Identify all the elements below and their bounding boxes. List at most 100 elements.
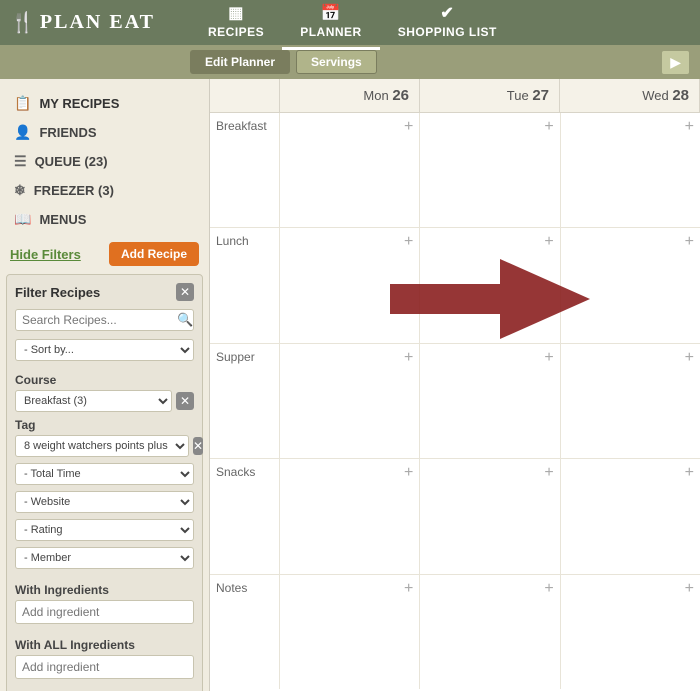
sidebar-item-my-recipes[interactable]: 📋 MY RECIPES xyxy=(0,89,209,118)
add-supper-wed-button[interactable]: + xyxy=(685,350,694,366)
day-name-tue: Tue xyxy=(507,88,529,103)
planner-header: Mon 26 Tue 27 Wed 28 xyxy=(210,79,700,113)
meal-label-supper: Supper xyxy=(210,344,280,458)
clear-tag-button[interactable]: ✕ xyxy=(193,437,203,455)
tag-label: Tag xyxy=(15,418,194,432)
meal-cell-breakfast-wed: + xyxy=(561,113,700,227)
add-breakfast-tue-button[interactable]: + xyxy=(544,119,553,135)
queue-icon: ☰ xyxy=(14,153,27,170)
menus-icon: 📖 xyxy=(14,211,31,228)
tag-select[interactable]: 8 weight watchers points plus xyxy=(15,435,189,457)
shopping-icon: ✔ xyxy=(440,3,454,23)
meal-cell-supper-mon: + xyxy=(280,344,420,458)
add-notes-tue-button[interactable]: + xyxy=(544,581,553,597)
sidebar-item-friends[interactable]: 👤 FRIENDS xyxy=(0,118,209,147)
day-num-wed: 28 xyxy=(672,87,689,104)
freezer-icon: ❄ xyxy=(14,182,26,199)
total-time-select[interactable]: - Total Time xyxy=(15,463,194,485)
day-header-mon: Mon 26 xyxy=(280,79,420,112)
meal-cell-breakfast-tue: + xyxy=(420,113,560,227)
nav-planner[interactable]: 📅 PLANNER xyxy=(282,0,380,50)
nav-planner-label: PLANNER xyxy=(300,25,362,39)
day-num-tue: 27 xyxy=(532,87,549,104)
add-breakfast-wed-button[interactable]: + xyxy=(685,119,694,135)
search-row: 🔍 xyxy=(15,309,194,331)
main-content: 📋 MY RECIPES 👤 FRIENDS ☰ QUEUE (23) ❄ FR… xyxy=(0,79,700,691)
add-breakfast-mon-button[interactable]: + xyxy=(404,119,413,135)
filter-title: Filter Recipes xyxy=(15,285,100,300)
sidebar-item-menus[interactable]: 📖 MENUS xyxy=(0,205,209,234)
planner-grid: Mon 26 Tue 27 Wed 28 Breakfast + + xyxy=(210,79,700,691)
search-input[interactable] xyxy=(22,313,177,327)
nav-shopping[interactable]: ✔ SHOPPING LIST xyxy=(380,0,515,50)
website-select[interactable]: - Website xyxy=(15,491,194,513)
logo-text: PLAN EAT xyxy=(40,11,155,34)
meal-cell-lunch-tue: + xyxy=(420,228,560,342)
servings-button[interactable]: Servings xyxy=(296,50,377,74)
nav-recipes-label: RECIPES xyxy=(208,25,264,39)
rating-select[interactable]: - Rating xyxy=(15,519,194,541)
course-label: Course xyxy=(15,373,194,387)
with-ingredients-input[interactable] xyxy=(15,600,194,624)
with-all-ingredients-label: With ALL Ingredients xyxy=(15,638,194,652)
add-supper-mon-button[interactable]: + xyxy=(404,350,413,366)
nav-recipes[interactable]: ▦ RECIPES xyxy=(190,0,282,50)
meal-row-breakfast: Breakfast + + + xyxy=(210,113,700,228)
meal-cell-breakfast-mon: + xyxy=(280,113,420,227)
add-lunch-wed-button[interactable]: + xyxy=(685,234,694,250)
logo-icon: 🍴 xyxy=(10,10,36,35)
sort-by-select[interactable]: - Sort by... xyxy=(15,339,194,361)
add-notes-mon-button[interactable]: + xyxy=(404,581,413,597)
meal-row-lunch: Lunch + + + xyxy=(210,228,700,343)
add-lunch-tue-button[interactable]: + xyxy=(544,234,553,250)
meal-cell-supper-wed: + xyxy=(561,344,700,458)
day-name-mon: Mon xyxy=(363,88,388,103)
sidebar-item-freezer[interactable]: ❄ FREEZER (3) xyxy=(0,176,209,205)
sidebar-friends-label: FRIENDS xyxy=(39,125,96,140)
friends-icon: 👤 xyxy=(14,124,31,141)
with-all-ingredients-section: With ALL Ingredients xyxy=(15,638,194,685)
hide-filters-button[interactable]: Hide Filters xyxy=(10,247,81,262)
sidebar-item-queue[interactable]: ☰ QUEUE (23) xyxy=(0,147,209,176)
meal-cell-lunch-wed: + xyxy=(561,228,700,342)
app-header: 🍴 PLAN EAT ▦ RECIPES 📅 PLANNER ✔ SHOPPIN… xyxy=(0,0,700,45)
course-select[interactable]: Breakfast (3) xyxy=(15,390,172,412)
day-num-mon: 26 xyxy=(392,87,409,104)
add-snacks-tue-button[interactable]: + xyxy=(544,465,553,481)
add-recipe-button[interactable]: Add Recipe xyxy=(109,242,199,266)
meal-cell-snacks-mon: + xyxy=(280,459,420,573)
sidebar-queue-label: QUEUE (23) xyxy=(35,154,108,169)
with-ingredients-label: With Ingredients xyxy=(15,583,194,597)
meal-cell-snacks-wed: + xyxy=(561,459,700,573)
edit-planner-button[interactable]: Edit Planner xyxy=(190,50,290,74)
planner-icon: 📅 xyxy=(321,3,341,23)
main-nav: ▦ RECIPES 📅 PLANNER ✔ SHOPPING LIST xyxy=(190,0,690,50)
with-all-ingredients-input[interactable] xyxy=(15,655,194,679)
search-icon: 🔍 xyxy=(177,312,193,328)
meal-cell-lunch-mon: + xyxy=(280,228,420,342)
meal-label-snacks: Snacks xyxy=(210,459,280,573)
recipes-icon: ▦ xyxy=(228,3,244,23)
add-supper-tue-button[interactable]: + xyxy=(544,350,553,366)
add-snacks-mon-button[interactable]: + xyxy=(404,465,413,481)
nav-shopping-label: SHOPPING LIST xyxy=(398,25,497,39)
member-select[interactable]: - Member xyxy=(15,547,194,569)
forward-button[interactable]: ▶ xyxy=(661,50,690,75)
sidebar-menus-label: MENUS xyxy=(39,212,86,227)
meal-cell-notes-tue: + xyxy=(420,575,560,689)
filter-box: Filter Recipes ✕ 🔍 - Sort by... Course B… xyxy=(6,274,203,691)
add-lunch-mon-button[interactable]: + xyxy=(404,234,413,250)
planner-body: Breakfast + + + Lunch + + xyxy=(210,113,700,689)
add-snacks-wed-button[interactable]: + xyxy=(685,465,694,481)
day-header-wed: Wed 28 xyxy=(560,79,700,112)
clear-course-button[interactable]: ✕ xyxy=(176,392,194,410)
add-notes-wed-button[interactable]: + xyxy=(685,581,694,597)
my-recipes-icon: 📋 xyxy=(14,95,31,112)
filter-title-row: Filter Recipes ✕ xyxy=(15,283,194,301)
meal-row-notes: Notes + + + xyxy=(210,575,700,689)
meal-cell-notes-mon: + xyxy=(280,575,420,689)
sidebar: 📋 MY RECIPES 👤 FRIENDS ☰ QUEUE (23) ❄ FR… xyxy=(0,79,210,691)
close-filter-button[interactable]: ✕ xyxy=(176,283,194,301)
app-logo: 🍴 PLAN EAT xyxy=(10,10,190,35)
meal-row-supper: Supper + + + xyxy=(210,344,700,459)
